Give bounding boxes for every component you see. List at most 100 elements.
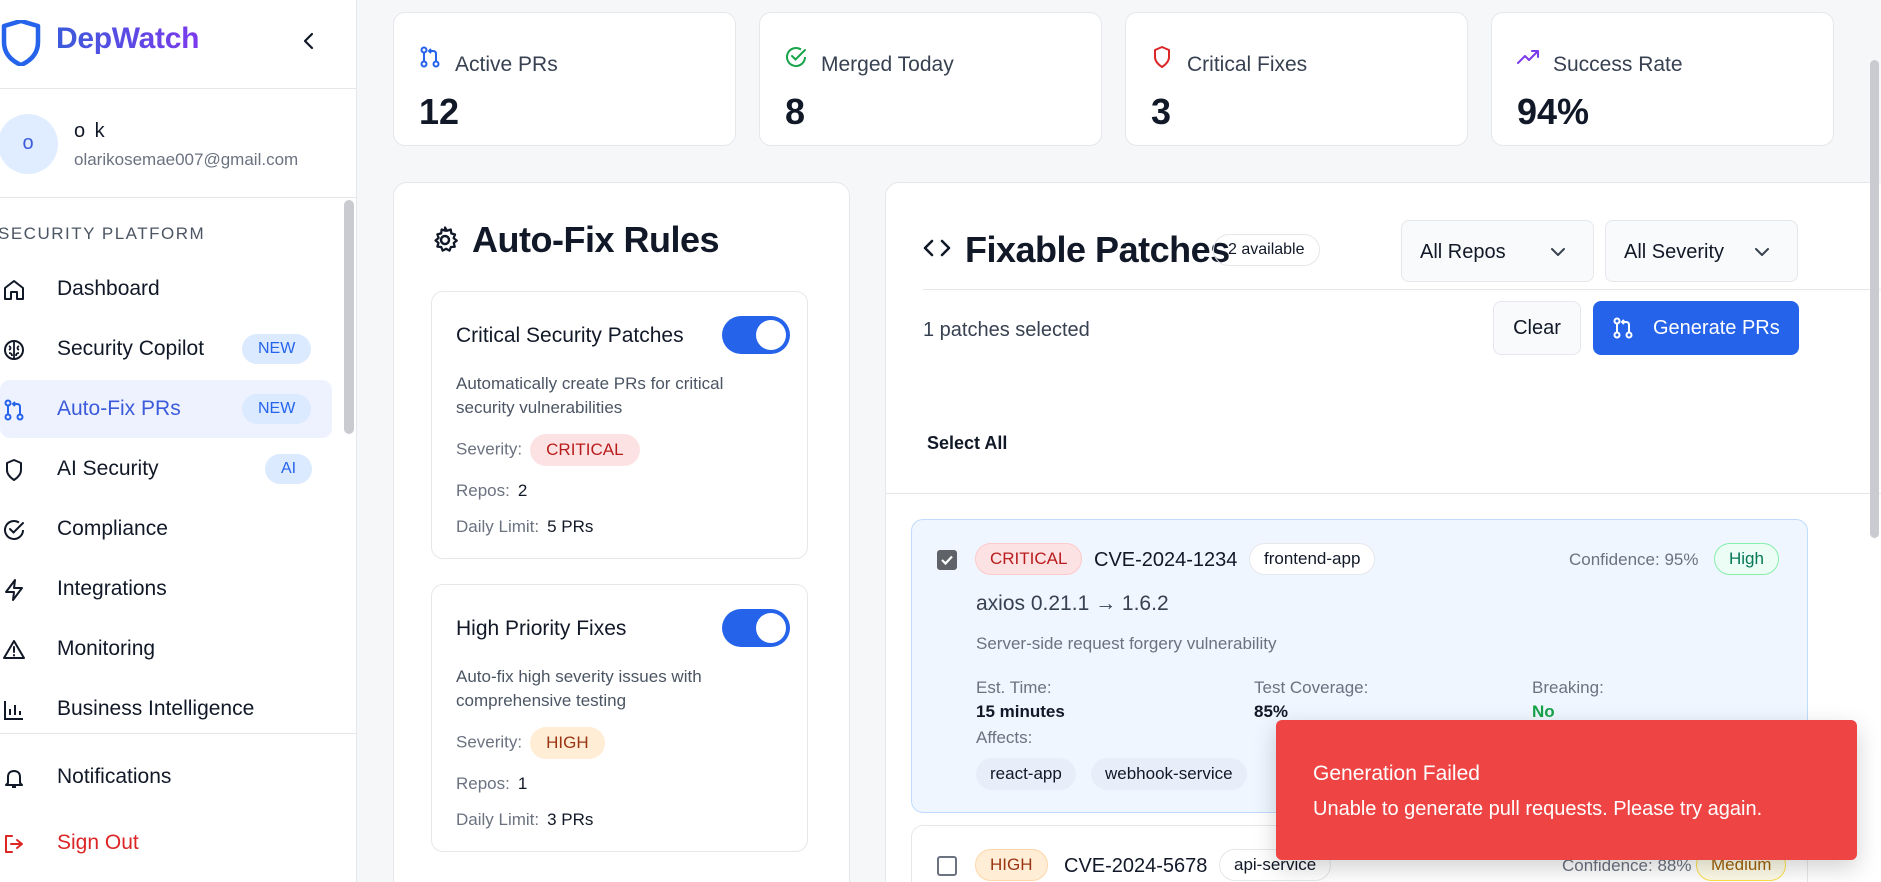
sidebar-item-label: AI Security bbox=[57, 457, 159, 480]
sidebar-item-label: Business Intelligence bbox=[57, 697, 255, 720]
meta-value: 3 PRs bbox=[547, 810, 594, 829]
sidebar-item-label: Integrations bbox=[57, 577, 167, 600]
chevron-left-icon[interactable] bbox=[298, 28, 320, 54]
confidence-level-badge: High bbox=[1714, 543, 1779, 575]
zap-icon bbox=[5, 579, 23, 601]
breaking-value: No bbox=[1532, 702, 1555, 721]
select-value: All Repos bbox=[1420, 241, 1506, 263]
generate-prs-button[interactable]: Generate PRs bbox=[1593, 301, 1799, 355]
avatar: o bbox=[0, 114, 58, 174]
est-time-value: 15 minutes bbox=[976, 702, 1065, 721]
patch-checkbox[interactable] bbox=[937, 856, 957, 876]
sidebar-item-label: Monitoring bbox=[57, 637, 156, 660]
git-pull-request-icon bbox=[1613, 317, 1633, 339]
sidebar-item-label: Dashboard bbox=[57, 277, 160, 300]
severity-filter-select[interactable]: All Severity bbox=[1605, 220, 1798, 282]
stat-label: Merged Today bbox=[821, 53, 954, 76]
select-all-link[interactable]: Select All bbox=[927, 433, 1007, 454]
rule-severity-row: Severity: HIGH bbox=[456, 727, 605, 759]
clear-button[interactable]: Clear bbox=[1493, 301, 1581, 355]
stat-label: Critical Fixes bbox=[1187, 53, 1308, 76]
divider bbox=[0, 733, 356, 734]
check-circle-icon bbox=[786, 47, 806, 67]
stat-label: Success Rate bbox=[1553, 53, 1683, 76]
sidebar-item-dashboard[interactable]: Dashboard bbox=[0, 260, 332, 318]
affected-repo-badge: react-app bbox=[976, 758, 1076, 790]
rule-repos-row: Repos: 2 bbox=[456, 481, 527, 501]
sidebar-item-ai-security[interactable]: AI Security AI bbox=[0, 440, 332, 498]
package-upgrade: axios 0.21.1 → 1.6.2 bbox=[976, 592, 1169, 615]
coverage-label: Test Coverage: bbox=[1254, 678, 1369, 697]
chevron-down-icon bbox=[1551, 248, 1565, 256]
available-count-badge: 2 available bbox=[1213, 234, 1320, 266]
meta-value: 5 PRs bbox=[547, 517, 594, 536]
auto-fix-rules-panel: Auto-Fix Rules Critical Security Patches… bbox=[393, 182, 850, 882]
rule-card-high: High Priority Fixes Auto-fix high severi… bbox=[431, 584, 808, 852]
new-badge: NEW bbox=[242, 334, 312, 364]
stat-card-success-rate: Success Rate 94% bbox=[1491, 12, 1834, 146]
user-profile[interactable]: o o k olarikosemae007@gmail.com bbox=[0, 90, 356, 198]
panel-title: Auto-Fix Rules bbox=[472, 219, 720, 260]
est-time-label: Est. Time: bbox=[976, 678, 1052, 697]
error-toast[interactable]: Generation Failed Unable to generate pul… bbox=[1276, 720, 1857, 860]
ai-badge: AI bbox=[265, 454, 313, 484]
stat-card-merged-today: Merged Today 8 bbox=[759, 12, 1102, 146]
rule-toggle[interactable] bbox=[722, 609, 790, 647]
new-badge: NEW bbox=[242, 394, 312, 424]
stat-card-active-prs: Active PRs 12 bbox=[393, 12, 736, 146]
shield-icon bbox=[1154, 46, 1170, 68]
sidebar-item-label: Notifications bbox=[57, 765, 172, 788]
meta-label: Repos: bbox=[456, 481, 510, 500]
toggle-knob bbox=[756, 613, 786, 643]
log-out-icon bbox=[5, 835, 23, 853]
stat-value: 3 bbox=[1151, 91, 1172, 132]
sidebar-item-auto-fix-prs[interactable]: Auto-Fix PRs NEW bbox=[0, 380, 332, 438]
git-pull-request-icon bbox=[420, 46, 440, 68]
sidebar-scrollbar[interactable] bbox=[344, 200, 354, 434]
nav-section-label: SECURITY PLATFORM bbox=[0, 224, 206, 243]
sidebar-item-label: Compliance bbox=[57, 517, 168, 540]
brain-icon bbox=[4, 340, 24, 360]
patch-description: Server-side request forgery vulnerabilit… bbox=[976, 634, 1277, 653]
meta-label: Daily Limit: bbox=[456, 517, 540, 536]
severity-badge: CRITICAL bbox=[530, 434, 640, 466]
meta-label: Severity: bbox=[456, 439, 523, 459]
bar-chart-icon bbox=[4, 701, 23, 720]
stat-card-critical-fixes: Critical Fixes 3 bbox=[1125, 12, 1468, 146]
rule-limit-row: Daily Limit: 3 PRs bbox=[456, 810, 593, 830]
breaking-label: Breaking: bbox=[1532, 678, 1604, 697]
sidebar-item-monitoring[interactable]: Monitoring bbox=[0, 620, 332, 678]
sidebar-item-integrations[interactable]: Integrations bbox=[0, 560, 332, 618]
stat-value: 8 bbox=[785, 91, 806, 132]
sign-out-button[interactable]: Sign Out bbox=[0, 814, 332, 872]
sidebar-item-security-copilot[interactable]: Security Copilot NEW bbox=[0, 320, 332, 378]
chevron-down-icon bbox=[1755, 248, 1769, 256]
cve-id: CVE-2024-1234 bbox=[1094, 549, 1238, 571]
rule-name: Critical Security Patches bbox=[456, 324, 684, 347]
sidebar-item-compliance[interactable]: Compliance bbox=[0, 500, 332, 558]
meta-label: Repos: bbox=[456, 774, 510, 793]
trending-up-icon bbox=[1517, 50, 1539, 64]
rule-card-critical: Critical Security Patches Automatically … bbox=[431, 291, 808, 559]
page-scrollbar[interactable] bbox=[1870, 60, 1879, 538]
check-icon bbox=[941, 555, 953, 566]
user-email: olarikosemae007@gmail.com bbox=[74, 150, 299, 169]
toggle-knob bbox=[756, 320, 786, 350]
rule-name: High Priority Fixes bbox=[456, 617, 627, 640]
rule-toggle[interactable] bbox=[722, 316, 790, 354]
sidebar-item-notifications[interactable]: Notifications bbox=[0, 748, 332, 806]
sidebar-item-business-intelligence[interactable]: Business Intelligence bbox=[0, 680, 332, 738]
sidebar: DepWatch o o k olarikosemae007@gmail.com… bbox=[0, 0, 357, 882]
repo-filter-select[interactable]: All Repos bbox=[1401, 220, 1594, 282]
affected-repo-badge: webhook-service bbox=[1091, 758, 1247, 790]
selected-count: 1 patches selected bbox=[923, 319, 1090, 341]
meta-label: Daily Limit: bbox=[456, 810, 540, 829]
code-icon bbox=[923, 239, 951, 257]
stat-label: Active PRs bbox=[455, 53, 558, 76]
patch-checkbox[interactable] bbox=[937, 550, 957, 570]
rule-description: Auto-fix high severity issues with compr… bbox=[456, 667, 702, 710]
severity-badge: HIGH bbox=[975, 849, 1048, 881]
meta-value: 2 bbox=[517, 481, 528, 500]
bell-icon bbox=[5, 770, 23, 788]
gear-icon bbox=[434, 226, 458, 252]
